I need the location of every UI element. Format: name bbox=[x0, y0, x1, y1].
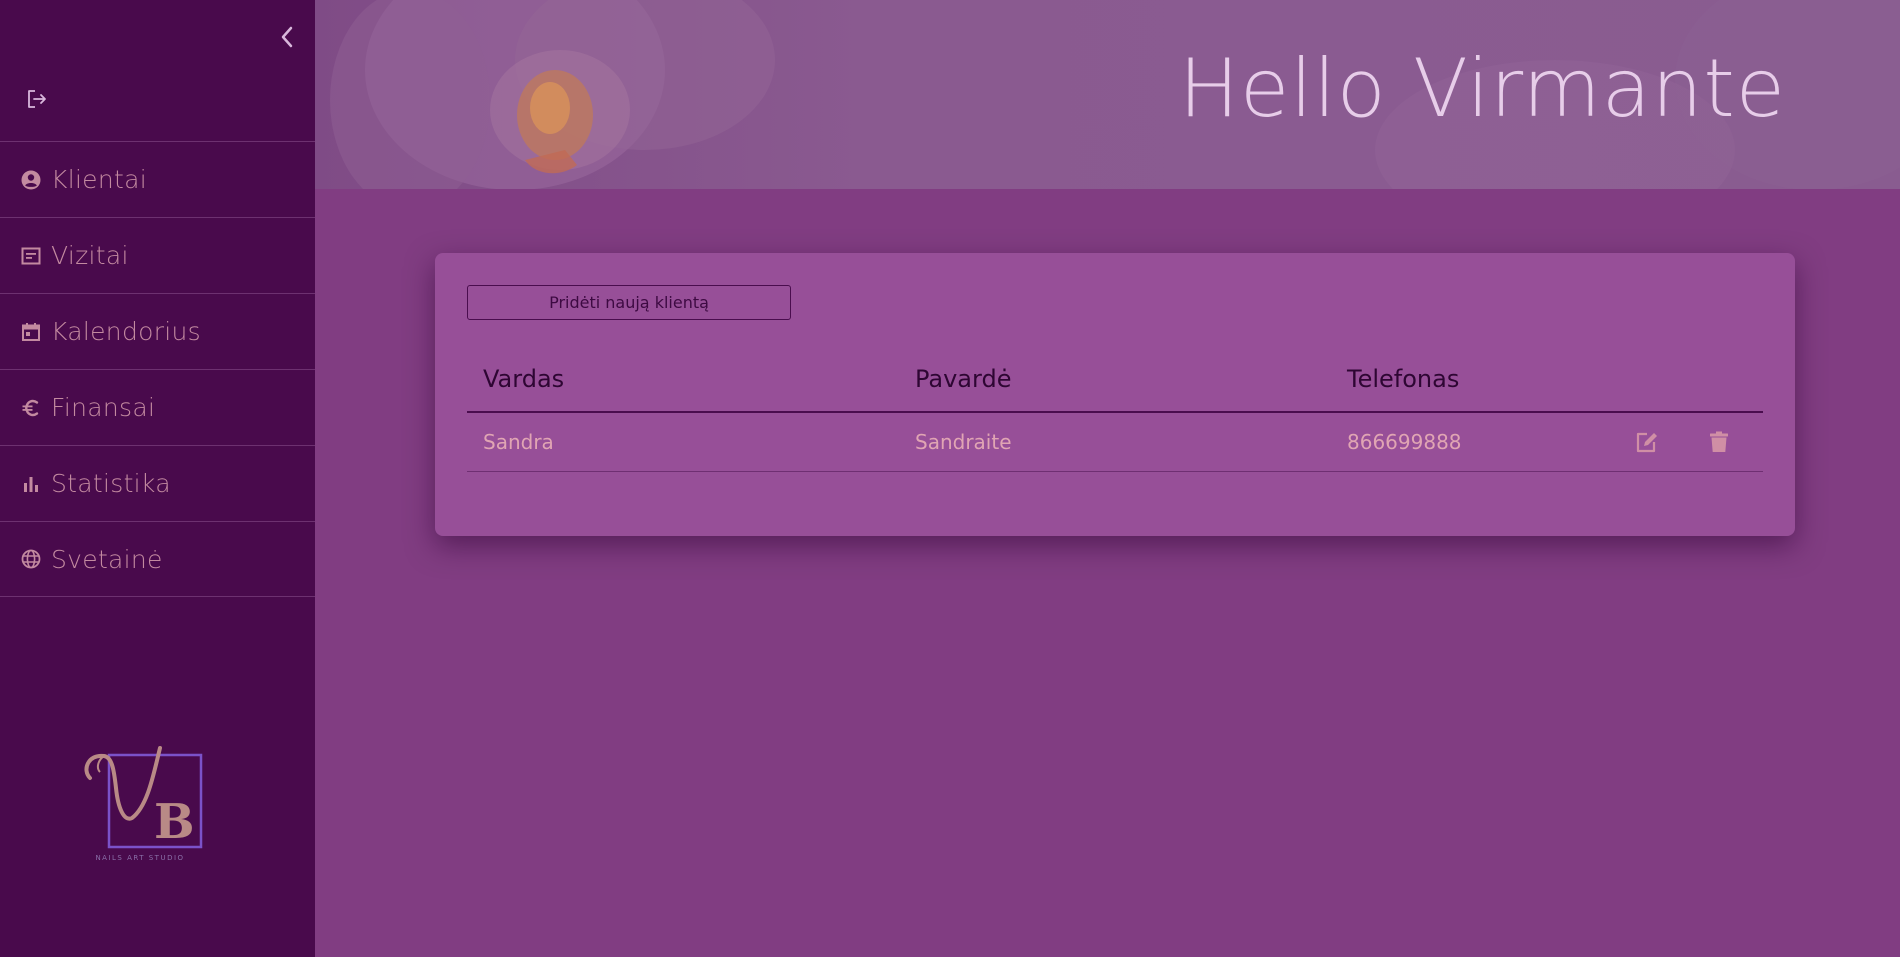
sidebar-item-label: Vizitai bbox=[51, 241, 129, 270]
sidebar-item-finansai[interactable]: Finansai bbox=[0, 369, 315, 445]
sidebar-nav: Klientai Vizitai Kalendorius Finansai St… bbox=[0, 141, 315, 597]
cell-pavarde: Sandraite bbox=[915, 430, 1012, 454]
table-row: Sandra Sandraite 866699888 bbox=[467, 413, 1763, 472]
clients-table: Vardas Pavardė Telefonas Sandra Sandrait… bbox=[467, 347, 1763, 472]
cell-vardas: Sandra bbox=[483, 430, 554, 454]
sidebar-item-label: Kalendorius bbox=[51, 317, 202, 346]
sidebar-item-svetaine[interactable]: Svetainė bbox=[0, 521, 315, 597]
sidebar-item-statistika[interactable]: Statistika bbox=[0, 445, 315, 521]
list-alt-icon bbox=[20, 245, 42, 267]
table-header: Vardas Pavardė Telefonas bbox=[467, 347, 1763, 413]
svg-text:NAILS ART STUDIO: NAILS ART STUDIO bbox=[95, 854, 184, 862]
add-client-button[interactable]: Pridėti naują klientą bbox=[467, 285, 791, 320]
edit-icon bbox=[1636, 432, 1657, 453]
bar-chart-icon bbox=[20, 473, 42, 495]
column-header-vardas: Vardas bbox=[483, 365, 565, 393]
clients-card: Pridėti naują klientą Vardas Pavardė Tel… bbox=[435, 253, 1795, 536]
sidebar-item-vizitai[interactable]: Vizitai bbox=[0, 217, 315, 293]
svg-text:B: B bbox=[154, 794, 195, 850]
account-circle-icon bbox=[20, 169, 42, 191]
sidebar-item-label: Finansai bbox=[51, 393, 156, 422]
edit-client-button[interactable] bbox=[1611, 431, 1683, 453]
column-header-pavarde: Pavardė bbox=[915, 365, 1012, 393]
studio-logo: B NAILS ART STUDIO bbox=[80, 740, 205, 865]
sidebar-item-klientai[interactable]: Klientai bbox=[0, 141, 315, 217]
sidebar-item-label: Statistika bbox=[51, 469, 171, 498]
globe-icon bbox=[20, 548, 42, 570]
sidebar-item-label: Svetainė bbox=[51, 544, 163, 574]
logout-icon bbox=[28, 90, 46, 108]
calendar-icon bbox=[20, 321, 42, 343]
logout-button[interactable] bbox=[26, 88, 48, 110]
trash-icon bbox=[1710, 431, 1728, 452]
chevron-left-icon bbox=[281, 26, 293, 48]
sidebar-item-label: Klientai bbox=[51, 165, 147, 194]
euro-icon bbox=[20, 397, 42, 419]
sidebar: Klientai Vizitai Kalendorius Finansai St… bbox=[0, 0, 315, 957]
delete-client-button[interactable] bbox=[1683, 431, 1755, 453]
collapse-sidebar-button[interactable] bbox=[276, 24, 298, 50]
sidebar-item-kalendorius[interactable]: Kalendorius bbox=[0, 293, 315, 369]
column-header-telefonas: Telefonas bbox=[1347, 365, 1460, 393]
header-banner: Hello Virmante bbox=[315, 0, 1900, 189]
cell-telefonas: 866699888 bbox=[1347, 430, 1462, 454]
page-title: Hello Virmante bbox=[1178, 42, 1786, 135]
